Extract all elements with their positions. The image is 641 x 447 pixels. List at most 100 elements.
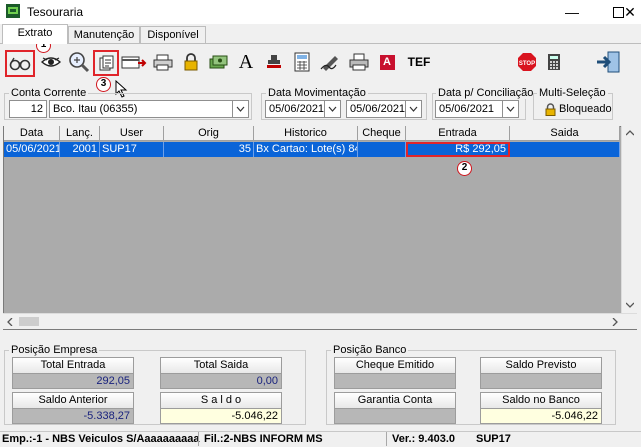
col-header-data[interactable]: Data — [4, 126, 60, 141]
eye-button[interactable] — [38, 50, 64, 74]
document-edit-icon — [99, 55, 114, 71]
calculator-sheet-button[interactable] — [289, 50, 315, 74]
calculator-sheet-icon — [294, 52, 310, 72]
stop-icon: STOP — [518, 53, 536, 71]
cell-cheque[interactable] — [358, 142, 406, 157]
col-header-entrada[interactable]: Entrada — [406, 126, 510, 141]
eye-icon — [41, 57, 61, 67]
horizontal-scrollbar[interactable] — [3, 313, 637, 329]
glasses-icon — [9, 57, 31, 70]
status-filial: Fil.:2-NBS INFORM MS — [204, 433, 323, 445]
pen-signature-icon — [320, 56, 338, 71]
money-stack-icon — [209, 55, 228, 69]
scroll-down-icon — [626, 302, 634, 308]
bank-select[interactable]: Bco. Itau (06355) — [49, 100, 233, 118]
stop-button[interactable]: STOP — [514, 50, 540, 74]
multi-selecao-label: Multi-Seleção — [537, 87, 608, 99]
date-from-field[interactable]: 05/06/2021 — [265, 100, 325, 118]
posicao-banco-label: Posição Banco — [331, 344, 409, 356]
printer-icon — [153, 54, 173, 71]
date-from-dropdown[interactable] — [325, 100, 341, 118]
cell-orig[interactable]: 35 — [164, 142, 254, 157]
col-header-saida[interactable]: Saida — [510, 126, 620, 141]
total-saida-label: Total Saida — [160, 357, 282, 374]
close-button[interactable]: ✕ — [619, 0, 641, 24]
status-separator — [386, 432, 387, 446]
cell-entrada[interactable]: R$ 292,05 — [406, 142, 510, 157]
chevron-down-icon — [328, 106, 337, 112]
conciliacao-date-field[interactable]: 05/06/2021 — [435, 100, 503, 118]
magnifier-icon — [69, 52, 90, 73]
tab-disponivel[interactable]: Disponível — [140, 26, 206, 43]
status-separator — [198, 432, 199, 446]
tab-panel-border — [0, 43, 641, 44]
exit-button[interactable] — [592, 48, 624, 76]
total-entrada-value: 292,05 — [12, 373, 134, 389]
chevron-down-icon — [236, 106, 245, 112]
vertical-scrollbar[interactable] — [621, 126, 637, 313]
scroll-right-icon — [612, 318, 618, 326]
cell-user[interactable]: SUP17 — [100, 142, 164, 157]
bloqueado-toggle[interactable]: Bloqueado — [545, 101, 613, 117]
window-title: Tesouraria — [27, 5, 84, 19]
col-header-orig[interactable]: Orig — [164, 126, 254, 141]
col-header-cheque[interactable]: Cheque — [358, 126, 406, 141]
printer-detail-icon — [349, 53, 369, 71]
callout-badge-3: 3 — [96, 77, 111, 92]
col-header-lanc[interactable]: Lanç. — [60, 126, 100, 141]
document-button[interactable] — [93, 50, 119, 76]
total-entrada-label: Total Entrada — [12, 357, 134, 374]
tab-manutencao[interactable]: Manutenção — [68, 26, 140, 43]
status-empresa: Emp.:-1 - NBS Veiculos S/Aaaaaaaaaa — [2, 433, 200, 445]
chevron-down-icon — [506, 106, 515, 112]
app-icon — [6, 4, 20, 18]
callout-badge-2: 2 — [457, 161, 472, 176]
tef-button[interactable]: TEF — [404, 50, 434, 74]
garantia-conta-value — [334, 408, 456, 424]
cheque-emitido-label: Cheque Emitido ÑComp. — [334, 357, 456, 386]
font-button[interactable]: A — [233, 50, 259, 74]
stamp-button[interactable] — [261, 50, 287, 74]
title-bar: Tesouraria — ✕ — [0, 0, 641, 24]
tab-extrato[interactable]: Extrato — [2, 24, 68, 44]
saldo-label: S a l d o — [160, 392, 282, 409]
date-to-field[interactable]: 05/06/2021 — [346, 100, 406, 118]
cell-lanc[interactable]: 2001 — [60, 142, 100, 157]
data-movimentacao-label: Data Movimentação — [266, 87, 368, 99]
sign-button[interactable] — [318, 50, 344, 74]
lock-button[interactable] — [178, 50, 204, 74]
status-version: Ver.: 9.403.0 — [392, 433, 455, 445]
lock-icon — [184, 53, 198, 71]
col-header-historico[interactable]: Historico — [254, 126, 358, 141]
lock-icon — [545, 102, 556, 116]
minimize-button[interactable]: — — [549, 0, 595, 24]
scroll-left-icon — [7, 318, 13, 326]
data-conciliacao-label: Data p/ Conciliação — [436, 87, 536, 99]
saldo-value: -5.046,22 — [160, 408, 282, 424]
date-to-dropdown[interactable] — [406, 100, 422, 118]
calculator-icon — [548, 54, 560, 70]
money-button[interactable] — [205, 50, 231, 74]
conta-number-field[interactable]: 12 — [9, 100, 47, 118]
scroll-up-icon — [626, 130, 634, 136]
saldo-previsto-label: Saldo Previsto — [480, 357, 602, 374]
cell-historico[interactable]: Bx Cartao: Lote(s) 84018, — [254, 142, 358, 157]
bank-dropdown-arrow[interactable] — [233, 100, 249, 118]
saldo-banco-value: -5.046,22 — [480, 408, 602, 424]
cheque-emitido-value — [334, 373, 456, 389]
cell-saida[interactable] — [510, 142, 620, 157]
print-preview-button[interactable] — [346, 50, 372, 74]
view-glasses-button[interactable] — [5, 50, 35, 77]
report-a-button[interactable]: A — [374, 50, 400, 74]
garantia-conta-label: Garantia Conta — [334, 392, 456, 409]
card-transfer-button[interactable] — [121, 50, 147, 74]
print-button[interactable] — [150, 50, 176, 74]
search-button[interactable] — [66, 50, 92, 74]
cell-data[interactable]: 05/06/2021 — [4, 142, 60, 157]
conciliacao-dropdown[interactable] — [503, 100, 519, 118]
calculator-button[interactable] — [541, 50, 567, 74]
scroll-thumb[interactable] — [19, 317, 39, 326]
col-header-user[interactable]: User — [100, 126, 164, 141]
saldo-previsto-value — [480, 373, 602, 389]
bloqueado-label: Bloqueado — [559, 103, 612, 115]
